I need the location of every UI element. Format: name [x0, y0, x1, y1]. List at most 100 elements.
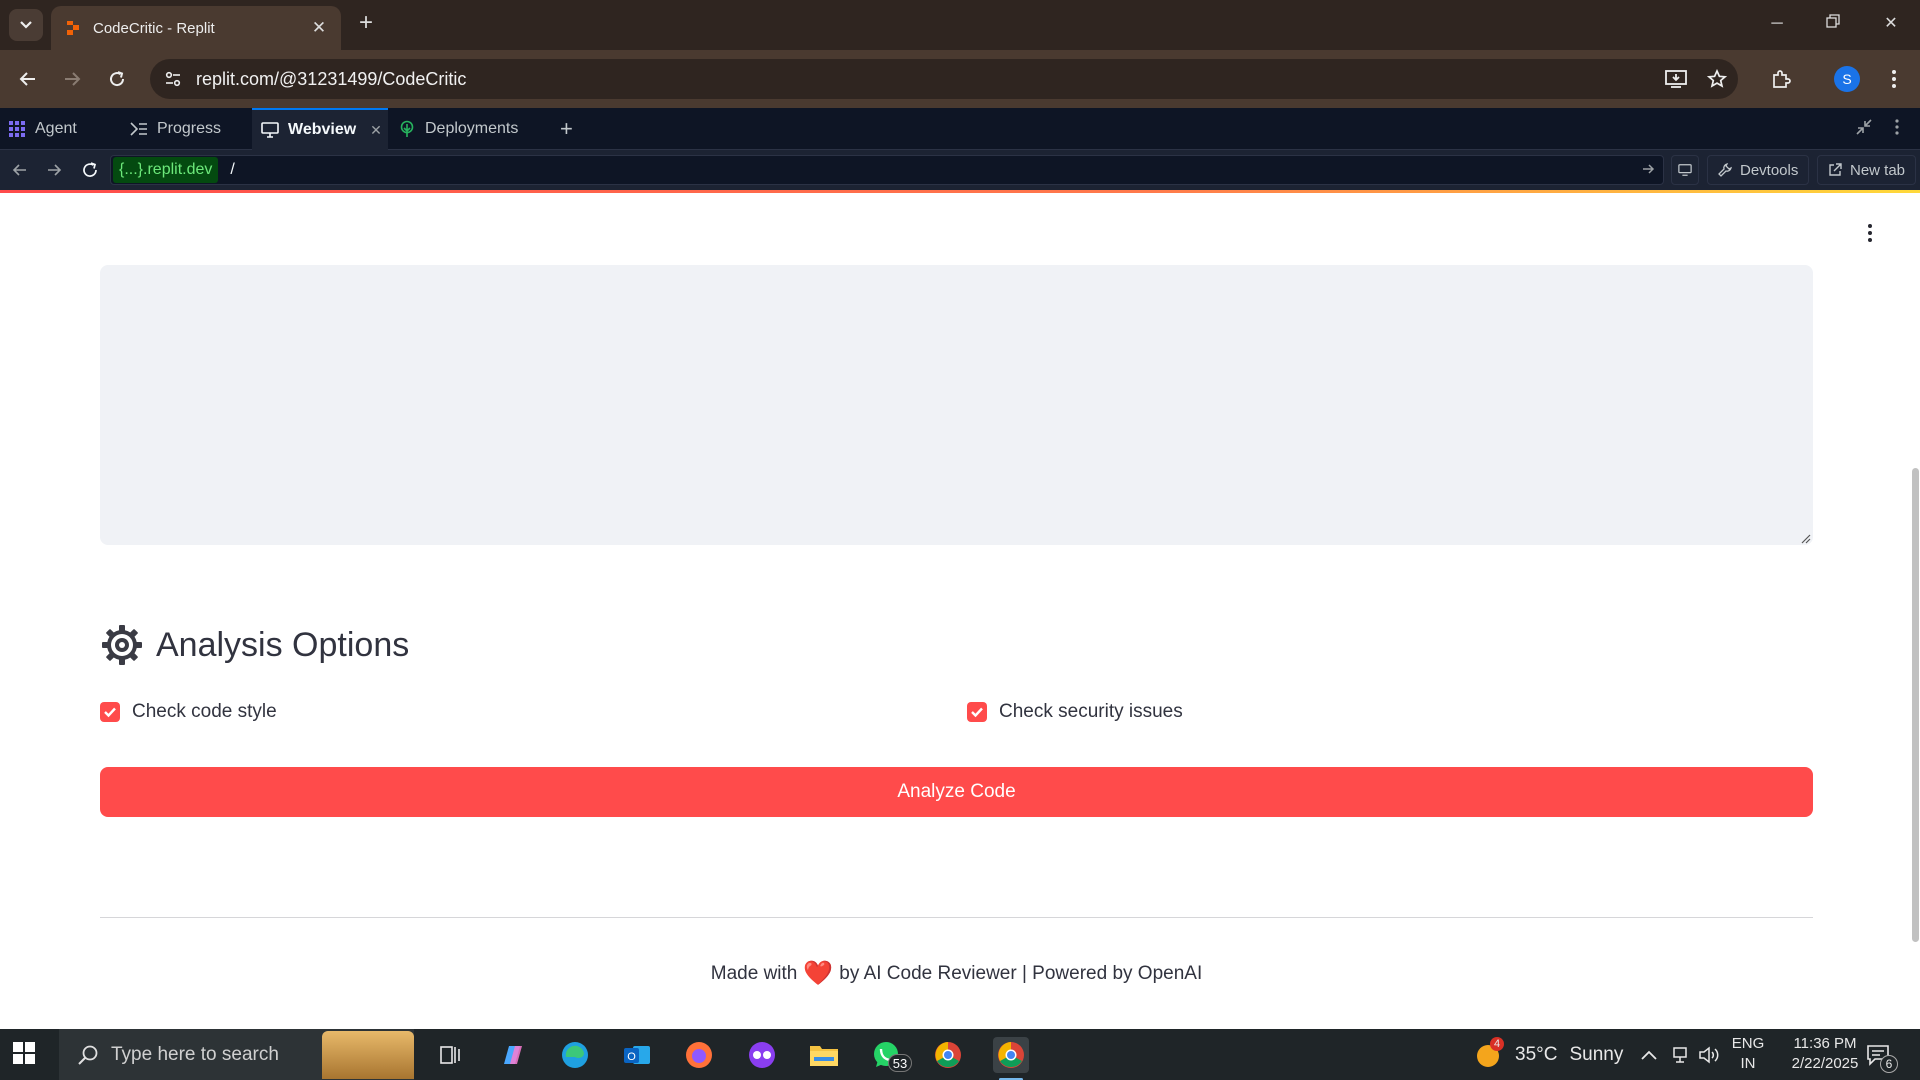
edge-browser-icon[interactable]: [557, 1037, 593, 1073]
go-arrow-icon[interactable]: [1641, 162, 1655, 181]
outlook-icon[interactable]: O: [619, 1037, 655, 1073]
check-security-issues-label: Check security issues: [999, 701, 1183, 722]
weather-temperature: 35°C: [1515, 1043, 1558, 1065]
app-menu-button[interactable]: [1860, 221, 1880, 245]
volume-icon[interactable]: [1698, 1029, 1720, 1080]
clock-date: 2/22/2025: [1791, 1055, 1859, 1072]
taskbar-search-placeholder: Type here to search: [111, 1043, 279, 1065]
firefox-icon[interactable]: [681, 1037, 717, 1073]
kebab-menu-icon: [1895, 119, 1899, 135]
language-code: ENG: [1731, 1035, 1765, 1052]
webview-reload-button[interactable]: [78, 158, 102, 182]
search-icon: [78, 1045, 98, 1065]
chrome-active-window-icon[interactable]: [993, 1037, 1029, 1080]
checkbox-checked-icon[interactable]: [967, 702, 987, 722]
webview-toolbar: {...}.replit.dev / Devtools New tab: [0, 150, 1920, 190]
close-tab-icon[interactable]: ✕: [309, 18, 329, 38]
webview-url-bar[interactable]: {...}.replit.dev /: [110, 155, 1664, 185]
code-input[interactable]: [100, 265, 1813, 545]
monitor-icon: [1678, 164, 1692, 176]
tab-deployments[interactable]: Deployments: [398, 108, 548, 150]
minimize-pane-button[interactable]: [1855, 118, 1873, 141]
collapse-icon: [1856, 119, 1872, 135]
reload-button[interactable]: [101, 63, 133, 95]
chrome-icon[interactable]: [930, 1037, 966, 1073]
check-code-style-label: Check code style: [132, 701, 277, 722]
app-content: Analysis Options Check code style Check …: [0, 193, 1920, 1029]
back-button[interactable]: [12, 63, 44, 95]
page-scrollbar[interactable]: [1912, 193, 1920, 1029]
tab-deployments-label: Deployments: [425, 120, 519, 137]
arrow-right-icon: [65, 72, 81, 86]
task-view-icon[interactable]: [432, 1037, 468, 1073]
browser-tab[interactable]: CodeCritic - Replit ✕: [51, 6, 341, 50]
resize-handle-icon[interactable]: [1799, 531, 1811, 544]
new-tab-label: New tab: [1850, 161, 1906, 179]
device-preview-button[interactable]: [1671, 155, 1699, 185]
bookmark-button[interactable]: [1701, 63, 1733, 95]
check-code-style-checkbox[interactable]: Check code style: [100, 701, 277, 723]
windows-start-button[interactable]: [12, 1041, 40, 1069]
address-bar[interactable]: replit.com/@31231499/CodeCritic: [150, 59, 1738, 99]
forward-button[interactable]: [56, 63, 88, 95]
extensions-button[interactable]: [1765, 63, 1797, 95]
site-info-icon[interactable]: [162, 68, 184, 90]
webview-back-button[interactable]: [8, 158, 32, 182]
devtools-button[interactable]: Devtools: [1707, 155, 1810, 185]
reload-icon: [83, 162, 97, 177]
open-new-tab-button[interactable]: New tab: [1817, 155, 1917, 185]
new-tab-button[interactable]: +: [352, 10, 380, 38]
footer-made-with: Made with: [710, 963, 798, 984]
tab-webview[interactable]: Webview ✕: [252, 108, 388, 150]
weather-description: Sunny: [1569, 1043, 1624, 1065]
private-browser-icon[interactable]: [744, 1037, 780, 1073]
scrollbar-thumb[interactable]: [1912, 468, 1919, 942]
address-url: replit.com/@31231499/CodeCritic: [196, 68, 467, 89]
profile-avatar[interactable]: S: [1834, 66, 1860, 92]
analysis-options-heading: Analysis Options: [100, 623, 409, 667]
progress-icon: [130, 121, 148, 137]
reload-icon: [110, 71, 125, 87]
chrome-menu-button[interactable]: [1878, 63, 1910, 95]
star-icon: [1707, 69, 1727, 88]
footer: Made with ❤️ by AI Code Reviewer | Power…: [0, 960, 1913, 987]
external-link-icon: [1829, 163, 1842, 176]
browser-tab-title: CodeCritic - Replit: [93, 19, 215, 37]
language-indicator[interactable]: ENG IN: [1730, 1035, 1766, 1072]
section-title: Analysis Options: [156, 625, 410, 664]
checkbox-checked-icon[interactable]: [100, 702, 120, 722]
restore-button[interactable]: [1810, 8, 1856, 40]
file-explorer-icon[interactable]: [806, 1037, 842, 1073]
webview-forward-button[interactable]: [42, 158, 66, 182]
chevron-down-icon: [20, 21, 32, 29]
close-webview-tab-icon[interactable]: ✕: [370, 122, 382, 139]
footer-divider: [100, 917, 1813, 918]
kebab-menu-icon: [1892, 70, 1896, 88]
svg-text:O: O: [627, 1051, 636, 1063]
replit-favicon-icon: [65, 20, 81, 36]
check-security-issues-checkbox[interactable]: Check security issues: [967, 701, 1183, 723]
install-app-button[interactable]: [1660, 63, 1692, 95]
tab-agent[interactable]: Agent: [8, 108, 120, 150]
clock[interactable]: 11:36 PM 2/22/2025: [1774, 1035, 1876, 1072]
heart-icon: ❤️: [803, 960, 834, 987]
tab-search-button[interactable]: [9, 9, 43, 41]
pane-menu-button[interactable]: [1894, 118, 1900, 141]
footer-credits: by AI Code Reviewer | Powered by OpenAI: [839, 963, 1203, 984]
browser-toolbar: replit.com/@31231499/CodeCritic: [0, 50, 1920, 108]
webview-path: /: [230, 161, 235, 178]
copilot-icon[interactable]: [495, 1037, 531, 1073]
windows-logo-icon: [13, 1042, 35, 1064]
tab-progress[interactable]: Progress: [130, 108, 250, 150]
close-window-button[interactable]: ✕: [1868, 8, 1914, 40]
network-icon[interactable]: [1670, 1029, 1690, 1080]
wrench-icon: [1718, 163, 1732, 177]
show-hidden-icons-button[interactable]: [1640, 1029, 1658, 1080]
tab-webview-label: Webview: [288, 121, 357, 138]
windows-taskbar: Type here to search O 35°C Sunny 4 ENG I…: [0, 1029, 1920, 1080]
browser-titlebar: CodeCritic - Replit ✕ + ─ ✕: [0, 0, 1920, 50]
minimize-button[interactable]: ─: [1754, 8, 1800, 40]
analyze-code-button[interactable]: Analyze Code: [100, 767, 1813, 817]
add-tab-button[interactable]: +: [560, 116, 573, 142]
tab-agent-label: Agent: [35, 120, 77, 137]
